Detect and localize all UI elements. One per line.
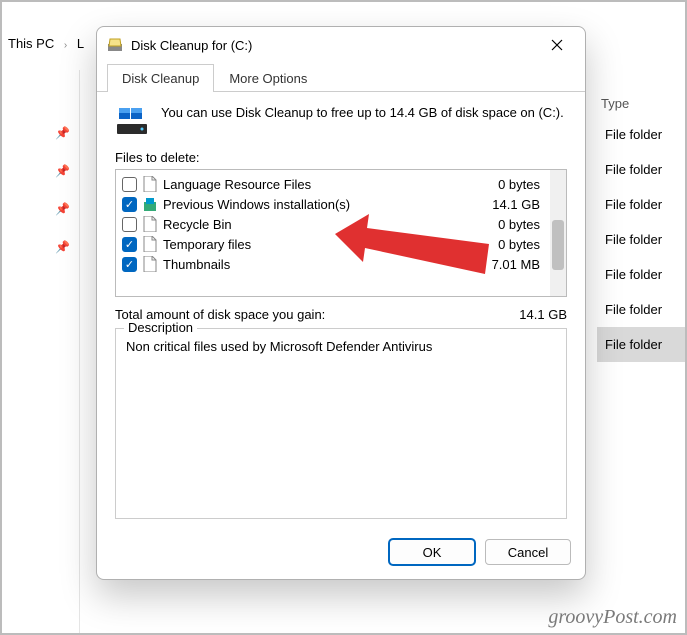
column-header-type[interactable]: Type — [597, 90, 687, 117]
tab-more-options[interactable]: More Options — [214, 64, 322, 92]
dialog-title: Disk Cleanup for (C:) — [131, 38, 531, 53]
list-item[interactable]: File folder — [597, 327, 687, 362]
files-to-delete-label: Files to delete: — [115, 150, 567, 165]
breadcrumb-segment[interactable]: L — [77, 36, 84, 51]
breadcrumb[interactable]: This PC › L — [8, 36, 84, 51]
list-item[interactable]: File folder — [597, 257, 687, 292]
description-group: Description Non critical files used by M… — [115, 328, 567, 519]
watermark: groovyPost.com — [548, 606, 677, 629]
tab-strip: Disk Cleanup More Options — [97, 63, 585, 92]
list-item[interactable]: File folder — [597, 117, 687, 152]
file-size: 7.01 MB — [492, 257, 544, 272]
disk-cleanup-dialog: Disk Cleanup for (C:) Disk Cleanup More … — [96, 26, 586, 580]
document-icon — [143, 256, 157, 272]
file-row[interactable]: Language Resource Files 0 bytes — [122, 174, 544, 194]
file-row[interactable]: ✓ Thumbnails 7.01 MB — [122, 254, 544, 274]
checkbox[interactable]: ✓ — [122, 197, 137, 212]
file-name: Thumbnails — [163, 257, 486, 272]
list-item[interactable]: File folder — [597, 292, 687, 327]
dialog-titlebar[interactable]: Disk Cleanup for (C:) — [97, 27, 585, 63]
file-size: 0 bytes — [498, 217, 544, 232]
file-size: 0 bytes — [498, 177, 544, 192]
pin-icon: 📌 — [55, 202, 70, 216]
pin-icon: 📌 — [55, 240, 70, 254]
file-size: 0 bytes — [498, 237, 544, 252]
scrollbar-thumb[interactable] — [552, 220, 564, 270]
info-text: You can use Disk Cleanup to free up to 1… — [161, 104, 564, 138]
windows-upgrade-icon — [143, 196, 157, 212]
checkbox[interactable]: ✓ — [122, 237, 137, 252]
dialog-footer: OK Cancel — [97, 529, 585, 579]
ok-button[interactable]: OK — [389, 539, 475, 565]
files-list[interactable]: Language Resource Files 0 bytes ✓ Previo… — [116, 170, 550, 296]
checkbox[interactable] — [122, 217, 137, 232]
dialog-body: You can use Disk Cleanup to free up to 1… — [97, 92, 585, 529]
pin-icon: 📌 — [55, 126, 70, 140]
checkbox[interactable] — [122, 177, 137, 192]
explorer-sidebar: 📌 📌 📌 📌 — [0, 70, 80, 635]
file-row[interactable]: ✓ Temporary files 0 bytes — [122, 234, 544, 254]
file-name: Previous Windows installation(s) — [163, 197, 486, 212]
document-icon — [143, 216, 157, 232]
close-button[interactable] — [539, 32, 575, 58]
breadcrumb-segment[interactable]: This PC — [8, 36, 54, 51]
cancel-button[interactable]: Cancel — [485, 539, 571, 565]
file-size: 14.1 GB — [492, 197, 544, 212]
chevron-right-icon: › — [64, 40, 67, 51]
disk-cleanup-icon — [107, 37, 123, 53]
document-icon — [143, 236, 157, 252]
drive-icon — [115, 104, 149, 138]
tab-disk-cleanup[interactable]: Disk Cleanup — [107, 64, 214, 92]
document-icon — [143, 176, 157, 192]
list-item[interactable]: File folder — [597, 187, 687, 222]
vertical-scrollbar[interactable] — [550, 170, 566, 296]
total-value: 14.1 GB — [519, 307, 567, 322]
list-item[interactable]: File folder — [597, 222, 687, 257]
checkbox[interactable]: ✓ — [122, 257, 137, 272]
info-row: You can use Disk Cleanup to free up to 1… — [115, 104, 567, 138]
explorer-type-column: Type File folder File folder File folder… — [597, 90, 687, 595]
files-listbox: Language Resource Files 0 bytes ✓ Previo… — [115, 169, 567, 297]
file-name: Recycle Bin — [163, 217, 492, 232]
description-text: Non critical files used by Microsoft Def… — [126, 339, 556, 354]
file-row[interactable]: ✓ Previous Windows installation(s) 14.1 … — [122, 194, 544, 214]
file-row[interactable]: Recycle Bin 0 bytes — [122, 214, 544, 234]
file-name: Temporary files — [163, 237, 492, 252]
description-legend: Description — [124, 320, 197, 335]
pin-icon: 📌 — [55, 164, 70, 178]
list-item[interactable]: File folder — [597, 152, 687, 187]
file-name: Language Resource Files — [163, 177, 492, 192]
